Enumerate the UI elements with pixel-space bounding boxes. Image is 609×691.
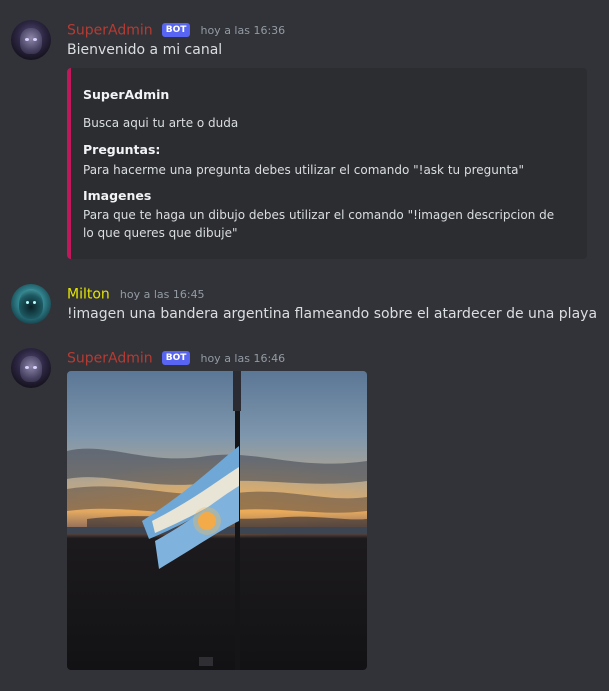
embed-description: Busca aqui tu arte o duda bbox=[83, 116, 239, 130]
avatar[interactable] bbox=[11, 20, 51, 60]
avatar-face bbox=[20, 356, 42, 382]
avatar[interactable] bbox=[11, 284, 51, 324]
embed-author: SuperAdmin bbox=[83, 87, 170, 102]
message-header: Milton hoy a las 16:45 bbox=[67, 284, 205, 304]
avatar-eye bbox=[25, 366, 29, 369]
avatar[interactable] bbox=[11, 348, 51, 388]
avatar-eye bbox=[25, 38, 29, 41]
author-name[interactable]: Milton bbox=[67, 287, 110, 303]
embed: SuperAdmin Busca aqui tu arte o duda Pre… bbox=[67, 68, 587, 259]
avatar-eye bbox=[26, 301, 29, 304]
avatar-eye bbox=[33, 301, 36, 304]
avatar-eye bbox=[33, 366, 37, 369]
message-header: SuperAdmin BOT hoy a las 16:46 bbox=[67, 348, 285, 368]
embed-field-value: Para hacerme una pregunta debes utilizar… bbox=[83, 163, 525, 177]
flag-sunset-image bbox=[67, 371, 367, 670]
author-name[interactable]: SuperAdmin bbox=[67, 23, 153, 39]
avatar-eye bbox=[33, 38, 37, 41]
bot-tag: BOT bbox=[161, 22, 191, 37]
timestamp: hoy a las 16:46 bbox=[200, 351, 286, 365]
timestamp: hoy a las 16:36 bbox=[200, 23, 286, 37]
image-attachment[interactable] bbox=[67, 371, 367, 670]
timestamp: hoy a las 16:45 bbox=[119, 287, 205, 301]
avatar-hood bbox=[19, 289, 43, 319]
author-name[interactable]: SuperAdmin bbox=[67, 351, 153, 367]
avatar-face bbox=[20, 28, 42, 54]
embed-field-value: Para que te haga un dibujo debes utiliza… bbox=[83, 208, 555, 240]
message-header: SuperAdmin BOT hoy a las 16:36 bbox=[67, 20, 285, 40]
message-content: Bienvenido a mi canal bbox=[67, 42, 223, 58]
embed-field-name: Preguntas: bbox=[83, 142, 161, 157]
embed-field-name: Imagenes bbox=[83, 188, 152, 203]
message-content: !imagen una bandera argentina flameando … bbox=[67, 306, 598, 322]
bot-tag: BOT bbox=[161, 350, 191, 365]
